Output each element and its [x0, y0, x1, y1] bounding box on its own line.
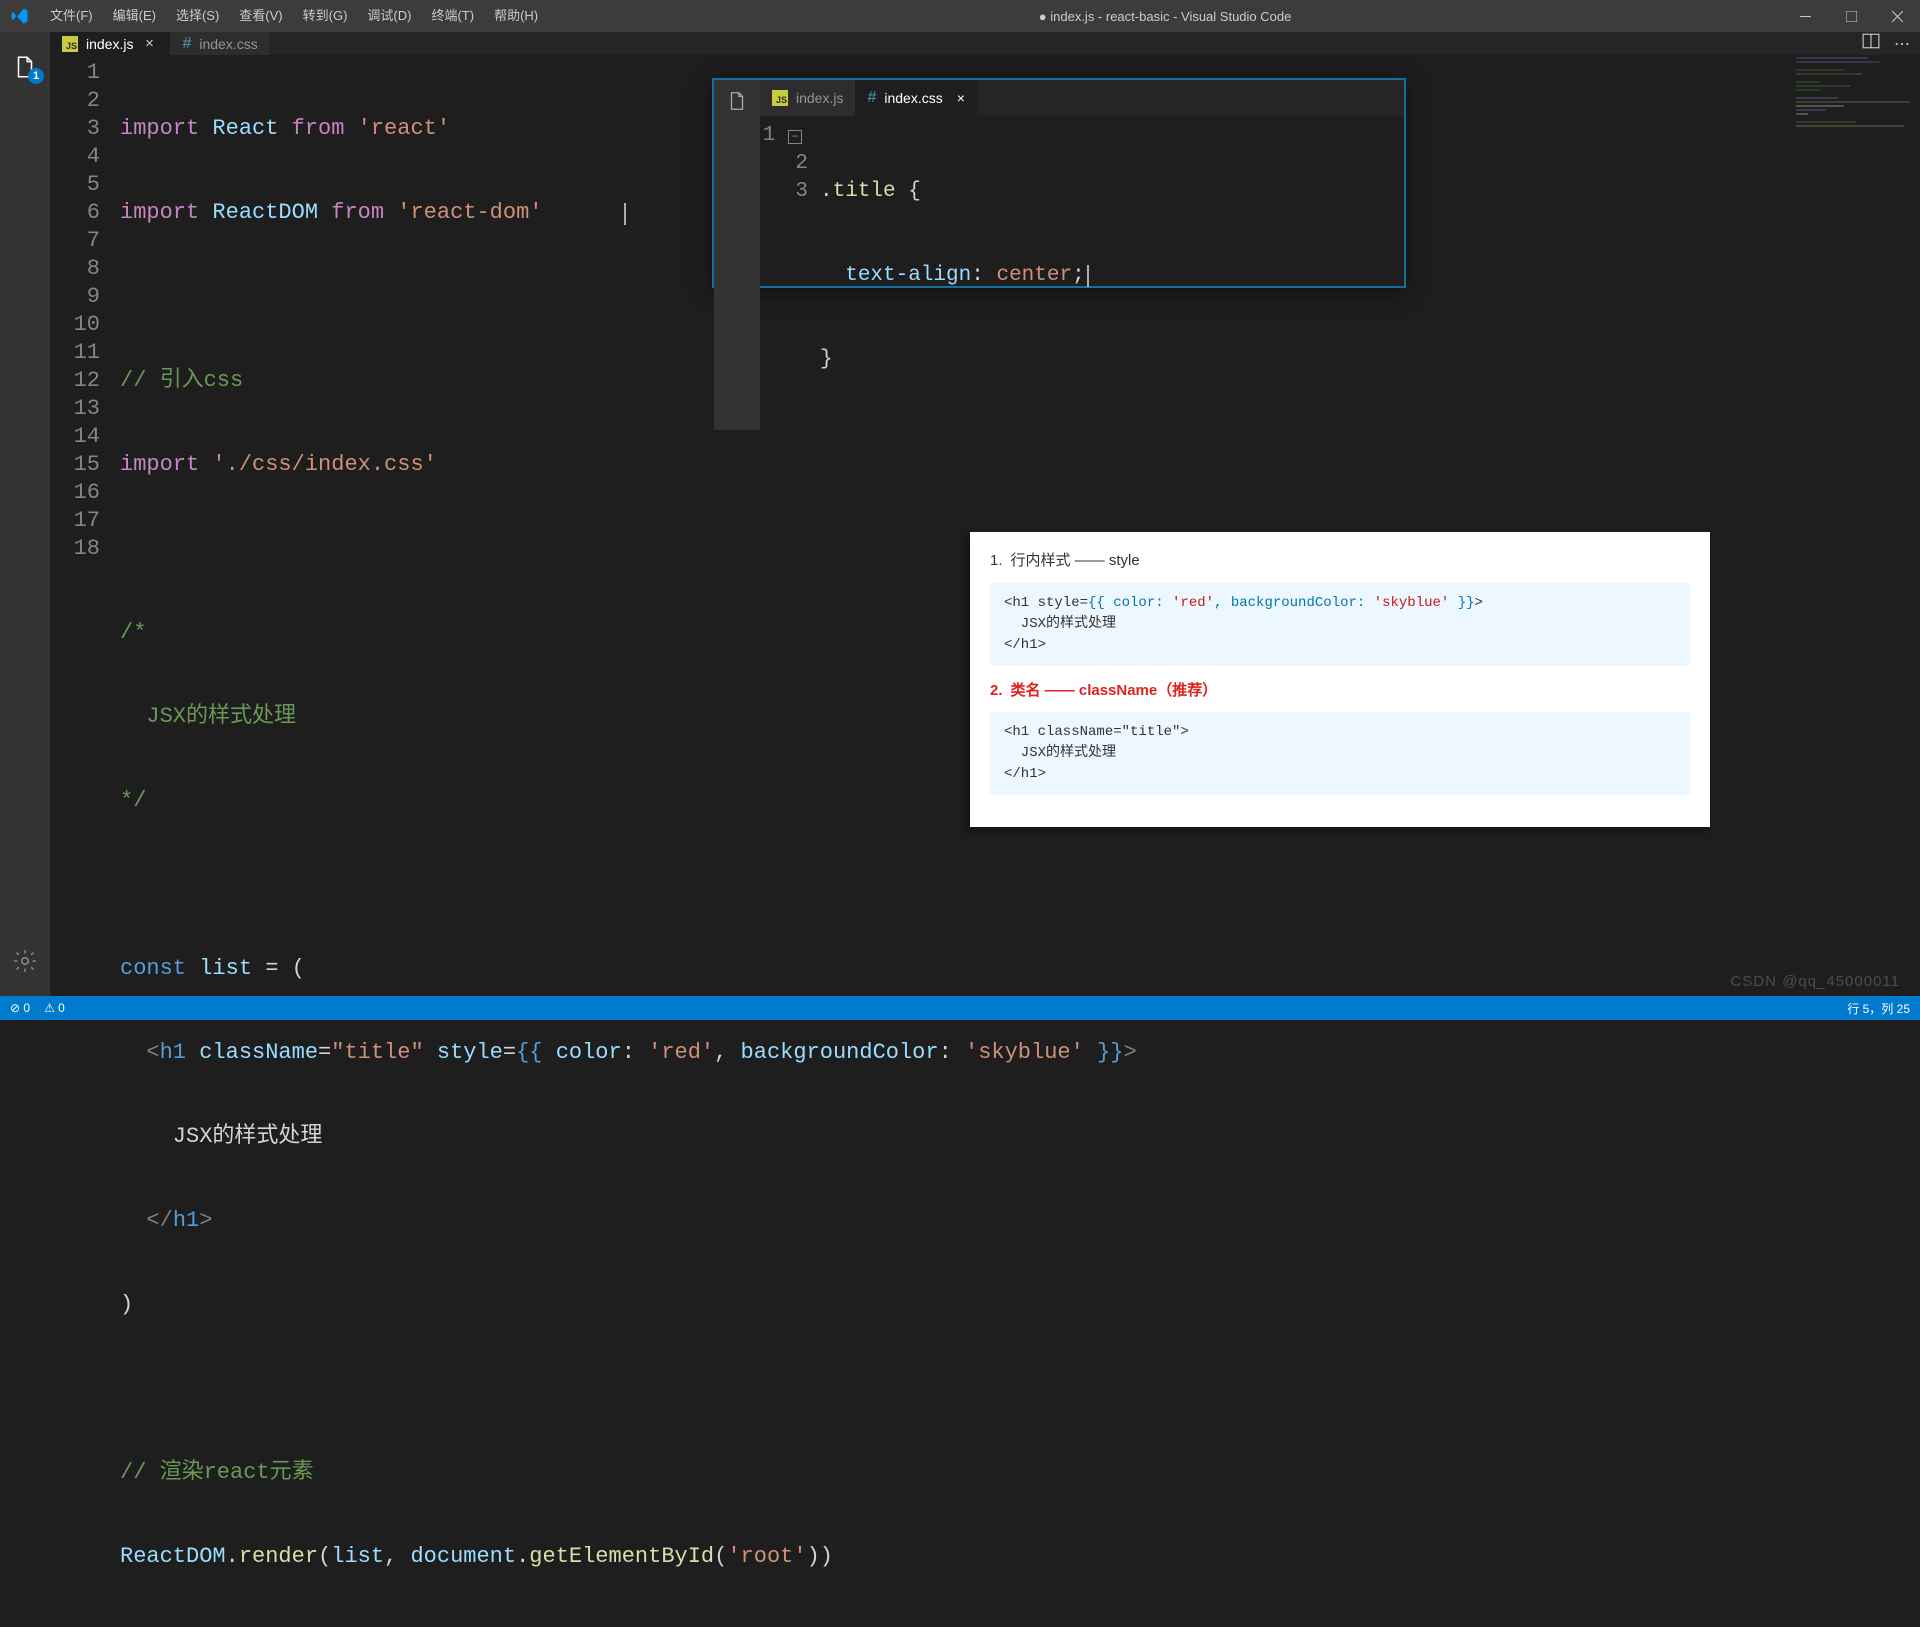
note-bullet-1: 行内样式 —— style: [1011, 550, 1140, 573]
menu-debug[interactable]: 调试(D): [357, 0, 421, 32]
inset-tab-js[interactable]: JS index.js: [760, 80, 855, 116]
inset-cursor: [1087, 265, 1089, 287]
minimap[interactable]: [1796, 57, 1916, 137]
menu-view[interactable]: 查看(V): [229, 0, 292, 32]
inset-explorer-icon[interactable]: [726, 90, 748, 430]
menu-help[interactable]: 帮助(H): [484, 0, 548, 32]
editor-tabs: JS index.js × # index.css ⋯: [50, 32, 1920, 55]
explorer-badge: 1: [28, 68, 44, 84]
editor-actions: ⋯: [1862, 32, 1920, 55]
window-title: ● index.js - react-basic - Visual Studio…: [548, 9, 1782, 24]
line-gutter: 123456789101112131415161718: [50, 59, 120, 1627]
status-errors[interactable]: ⊘ 0: [10, 1001, 30, 1015]
menu-terminal[interactable]: 终端(T): [421, 0, 484, 32]
inset-activity-bar: [714, 80, 760, 430]
css-file-icon: #: [182, 35, 191, 53]
inset-tab-css[interactable]: # index.css ×: [855, 80, 976, 116]
js-file-icon: JS: [772, 90, 788, 106]
tab-label: index.css: [199, 36, 257, 52]
minimize-icon[interactable]: [1782, 0, 1828, 32]
tab-close-icon[interactable]: ×: [141, 36, 157, 52]
note-code-1: <h1 style={{ color: 'red', backgroundCol…: [990, 583, 1690, 666]
activity-bar: 1: [0, 32, 50, 996]
inset-code[interactable]: 1 − 2 3 .title { text-align: center; }: [760, 116, 1404, 430]
tab-label: index.js: [86, 36, 133, 52]
maximize-icon[interactable]: [1828, 0, 1874, 32]
js-file-icon: JS: [62, 36, 78, 52]
main-menu: 文件(F) 编辑(E) 选择(S) 查看(V) 转到(G) 调试(D) 终端(T…: [40, 0, 548, 32]
fold-icon[interactable]: −: [788, 130, 802, 144]
menu-go[interactable]: 转到(G): [293, 0, 358, 32]
menu-file[interactable]: 文件(F): [40, 0, 103, 32]
inset-tabs: JS index.js # index.css ×: [760, 80, 1404, 116]
note-bullet-2: 类名 —— className（推荐）: [1011, 680, 1218, 703]
title-bar: 文件(F) 编辑(E) 选择(S) 查看(V) 转到(G) 调试(D) 终端(T…: [0, 0, 1920, 32]
more-actions-icon[interactable]: ⋯: [1894, 34, 1910, 54]
window-controls: [1782, 0, 1920, 32]
notes-card: 1.行内样式 —— style <h1 style={{ color: 'red…: [970, 532, 1710, 827]
note-code-2: <h1 className="title"> JSX的样式处理 </h1>: [990, 712, 1690, 795]
settings-gear-icon[interactable]: [0, 936, 50, 986]
explorer-icon[interactable]: 1: [0, 42, 50, 92]
tab-close-icon[interactable]: ×: [957, 90, 965, 106]
menu-edit[interactable]: 编辑(E): [103, 0, 166, 32]
close-icon[interactable]: [1874, 0, 1920, 32]
tab-index-js[interactable]: JS index.js ×: [50, 32, 170, 55]
menu-selection[interactable]: 选择(S): [166, 0, 229, 32]
text-cursor: [624, 203, 626, 225]
tab-index-css[interactable]: # index.css: [170, 32, 270, 55]
watermark: CSDN @qq_45000011: [1730, 973, 1900, 990]
picture-in-picture-editor: 文件(F)编辑(E)选择(S)查看(V)转到(G)调试(D)终端(T)帮助(H)…: [712, 78, 1406, 288]
vscode-logo-icon: [0, 7, 40, 25]
split-editor-icon[interactable]: [1862, 32, 1880, 55]
css-file-icon: #: [867, 89, 876, 107]
